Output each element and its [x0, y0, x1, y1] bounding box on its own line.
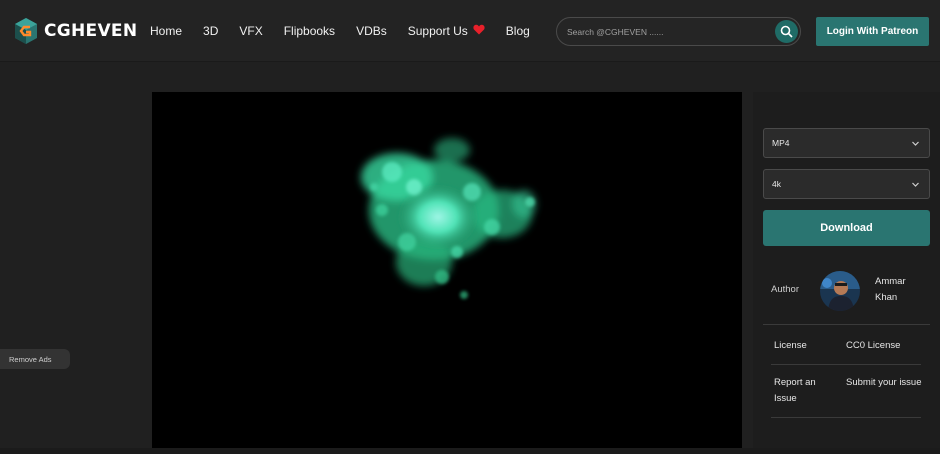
search-icon	[780, 25, 793, 38]
nav-home[interactable]: Home	[150, 23, 182, 39]
report-issue-label: Report an Issue	[774, 377, 816, 404]
nav-3d[interactable]: 3D	[203, 23, 218, 39]
submit-issue-link[interactable]: Submit your issue	[846, 375, 926, 391]
resolution-select-value: 4k	[772, 179, 781, 189]
cgheven-logo-icon	[15, 18, 37, 44]
avatar[interactable]	[820, 271, 860, 311]
format-select-value: MP4	[772, 138, 790, 148]
download-panel: MP4 4k Download Author Ammar Khan Licens…	[753, 92, 940, 454]
nav-support-us-label: Support Us	[407, 24, 468, 38]
heart-icon	[473, 23, 485, 39]
download-button[interactable]: Download	[763, 210, 930, 246]
divider	[771, 417, 921, 418]
smoke-preview-image	[361, 138, 536, 299]
nav-vfx[interactable]: VFX	[239, 23, 262, 39]
site-header: CGHEVEN Home 3D VFX Flipbooks VDBs Suppo…	[0, 0, 940, 62]
main-nav: Home 3D VFX Flipbooks VDBs Support Us Bl…	[150, 23, 551, 39]
search-box	[556, 17, 801, 46]
divider	[763, 324, 930, 325]
nav-vdbs[interactable]: VDBs	[356, 23, 387, 39]
chevron-down-icon	[912, 141, 919, 146]
author-name[interactable]: Ammar Khan	[875, 274, 925, 306]
nav-support-us[interactable]: Support Us	[408, 23, 485, 39]
video-preview[interactable]	[152, 92, 742, 454]
search-input[interactable]	[567, 23, 767, 41]
nav-blog[interactable]: Blog	[506, 23, 530, 39]
login-with-patreon-button[interactable]: Login With Patreon	[816, 17, 929, 46]
search-button[interactable]	[775, 20, 798, 43]
license-value[interactable]: CC0 License	[846, 338, 926, 354]
format-select[interactable]: MP4	[763, 128, 930, 158]
license-label: License	[774, 340, 807, 351]
author-avatar-image	[820, 271, 860, 311]
nav-flipbooks[interactable]: Flipbooks	[284, 23, 335, 39]
remove-ads-button[interactable]: Remove Ads	[0, 349, 70, 369]
resolution-select[interactable]: 4k	[763, 169, 930, 199]
page-bottom-edge	[0, 448, 940, 454]
brand-name: CGHEVEN	[44, 21, 138, 41]
site-logo[interactable]: CGHEVEN	[14, 17, 137, 45]
author-label: Author	[771, 284, 799, 295]
divider	[771, 364, 921, 365]
chevron-down-icon	[912, 182, 919, 187]
